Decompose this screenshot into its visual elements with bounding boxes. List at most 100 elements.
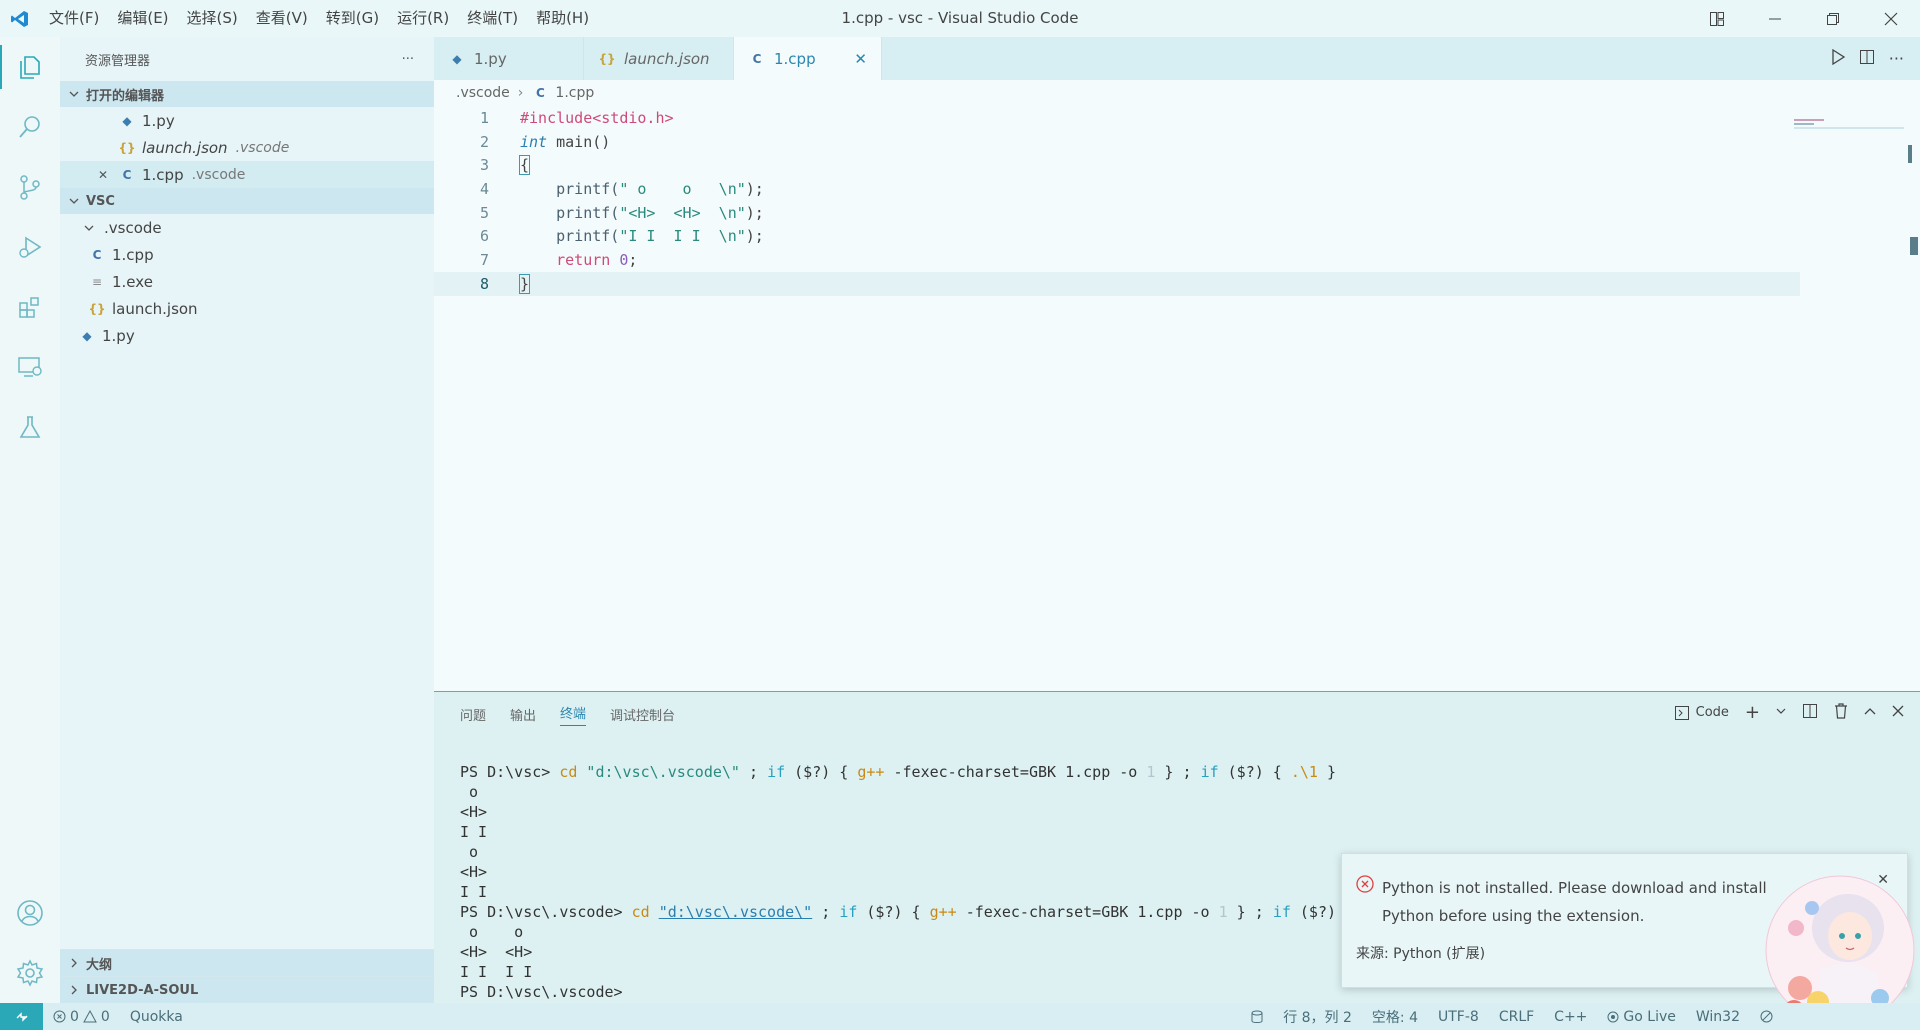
go-live-button[interactable]: Go Live bbox=[1597, 1009, 1685, 1025]
outline-header[interactable]: 大纲 bbox=[60, 949, 434, 976]
menu-bar: 文件(F) 编辑(E) 选择(S) 查看(V) 转到(G) 运行(R) 终端(T… bbox=[40, 0, 598, 37]
folder-item[interactable]: .vscode bbox=[60, 214, 434, 241]
notification-message: Python is not installed. Please download… bbox=[1382, 879, 1767, 925]
tab-problems[interactable]: 问题 bbox=[460, 705, 486, 724]
minimize-button[interactable] bbox=[1746, 0, 1804, 37]
close-icon[interactable]: ✕ bbox=[94, 168, 112, 182]
status-extras bbox=[1750, 1010, 1920, 1023]
run-code-icon[interactable] bbox=[1831, 48, 1845, 69]
terminal-output[interactable]: PS D:\vsc> cd "d:\vsc\.vscode\" ; if ($?… bbox=[460, 762, 1336, 1002]
file-item[interactable]: ◆ 1.py bbox=[60, 322, 434, 349]
menu-terminal[interactable]: 终端(T) bbox=[458, 0, 527, 37]
file-label: launch.json bbox=[112, 299, 198, 318]
source-control-icon[interactable] bbox=[0, 157, 60, 217]
menu-edit[interactable]: 编辑(E) bbox=[108, 0, 177, 37]
sidebar-title: 资源管理器 bbox=[85, 53, 151, 69]
breadcrumb: .vscode › C 1.cpp bbox=[434, 80, 1920, 106]
trash-icon[interactable] bbox=[1834, 702, 1848, 723]
open-editor-label: 1.cpp bbox=[142, 165, 184, 184]
encoding[interactable]: UTF-8 bbox=[1428, 1009, 1489, 1025]
close-tab-icon[interactable]: ✕ bbox=[854, 50, 867, 68]
menu-go[interactable]: 转到(G) bbox=[317, 0, 388, 37]
line-number: 5 bbox=[479, 203, 489, 222]
file-label: 1.cpp bbox=[112, 245, 154, 264]
database-icon[interactable] bbox=[1241, 1010, 1273, 1024]
breadcrumb-folder[interactable]: .vscode bbox=[456, 85, 510, 101]
maximize-panel-icon[interactable] bbox=[1864, 705, 1876, 720]
code-text: ); bbox=[745, 227, 764, 246]
file-label: 1.py bbox=[102, 326, 135, 345]
terminal-select[interactable]: Code bbox=[1674, 705, 1729, 721]
python-file-icon: ◆ bbox=[82, 328, 92, 343]
menu-view[interactable]: 查看(V) bbox=[247, 0, 317, 37]
run-debug-icon[interactable] bbox=[0, 217, 60, 277]
breadcrumb-file[interactable]: 1.cpp bbox=[555, 85, 594, 101]
cursor-position[interactable]: 行 8，列 2 bbox=[1273, 1007, 1362, 1027]
live2d-header[interactable]: LIVE2D-A-SOUL bbox=[60, 976, 434, 1003]
split-editor-icon[interactable] bbox=[1859, 49, 1875, 69]
tab-1-cpp[interactable]: C 1.cpp ✕ bbox=[734, 37, 882, 80]
tab-terminal[interactable]: 终端 bbox=[560, 703, 587, 726]
open-editor-item[interactable]: {} launch.json .vscode bbox=[60, 134, 434, 161]
open-editor-item-active[interactable]: ✕ C 1.cpp .vscode bbox=[60, 161, 434, 188]
python-file-icon: ◆ bbox=[122, 113, 132, 128]
tab-1-py[interactable]: ◆ 1.py bbox=[434, 37, 584, 80]
no-entry-icon[interactable] bbox=[1760, 1010, 1773, 1023]
line-number: 4 bbox=[479, 179, 489, 198]
open-editor-item[interactable]: ◆ 1.py bbox=[60, 107, 434, 134]
menu-help[interactable]: 帮助(H) bbox=[527, 0, 598, 37]
open-editor-dir: .vscode bbox=[191, 166, 246, 183]
file-item[interactable]: C 1.cpp bbox=[60, 241, 434, 268]
chevron-down-icon[interactable] bbox=[1776, 705, 1786, 720]
more-actions-icon[interactable]: ··· bbox=[1889, 49, 1904, 68]
tab-launch-json[interactable]: {} launch.json bbox=[584, 37, 734, 80]
broadcast-icon bbox=[1607, 1011, 1619, 1022]
layout-icon[interactable] bbox=[1688, 0, 1746, 37]
open-editors-header[interactable]: 打开的编辑器 bbox=[60, 81, 434, 107]
menu-selection[interactable]: 选择(S) bbox=[178, 0, 247, 37]
line-number: 8 bbox=[479, 274, 489, 293]
terminal-icon bbox=[1674, 705, 1689, 720]
code-string: " o o \n" bbox=[619, 179, 746, 198]
close-window-button[interactable] bbox=[1862, 0, 1920, 37]
menu-file[interactable]: 文件(F) bbox=[40, 0, 108, 37]
code-brace: { bbox=[518, 155, 531, 176]
search-icon[interactable] bbox=[0, 97, 60, 157]
account-icon[interactable] bbox=[0, 883, 60, 943]
explorer-icon[interactable] bbox=[0, 37, 60, 97]
tab-label: launch.json bbox=[624, 49, 710, 68]
close-panel-icon[interactable] bbox=[1892, 705, 1904, 721]
file-item[interactable]: ≡ 1.exe bbox=[60, 268, 434, 295]
more-actions-icon[interactable]: ··· bbox=[402, 52, 414, 67]
activity-bar bbox=[0, 37, 60, 1003]
menu-run[interactable]: 运行(R) bbox=[388, 0, 458, 37]
cursor-marker bbox=[1910, 237, 1918, 255]
remote-icon[interactable] bbox=[0, 1003, 43, 1030]
panel-actions: Code + bbox=[1674, 702, 1904, 723]
terminal-line: o o bbox=[460, 923, 524, 941]
terminal-line: I I bbox=[460, 883, 488, 901]
file-item[interactable]: {} launch.json bbox=[60, 295, 434, 322]
testing-icon[interactable] bbox=[0, 397, 60, 457]
indentation[interactable]: 空格: 4 bbox=[1362, 1007, 1428, 1027]
add-terminal-icon[interactable]: + bbox=[1745, 702, 1760, 723]
language-mode[interactable]: C++ bbox=[1544, 1009, 1597, 1025]
minimap[interactable] bbox=[1794, 117, 1904, 131]
end-of-line[interactable]: CRLF bbox=[1489, 1009, 1544, 1025]
editor-area: ◆ 1.py {} launch.json C 1.cpp ✕ ··· .vsc… bbox=[434, 37, 1920, 691]
error-icon bbox=[53, 1010, 66, 1023]
problems-status[interactable]: 0 0 bbox=[43, 1009, 120, 1025]
extensions-icon[interactable] bbox=[0, 277, 60, 337]
workspace-header[interactable]: VSC bbox=[60, 188, 434, 214]
quokka-status[interactable]: Quokka bbox=[120, 1009, 193, 1025]
code-editor[interactable]: 1 #include<stdio.h> 2 int main() 3 { 4 p… bbox=[434, 106, 1920, 296]
settings-gear-icon[interactable] bbox=[0, 943, 60, 1003]
remote-explorer-icon[interactable] bbox=[0, 337, 60, 397]
workspace-label: VSC bbox=[86, 193, 115, 209]
tab-output[interactable]: 输出 bbox=[510, 705, 536, 724]
split-terminal-icon[interactable] bbox=[1802, 703, 1818, 723]
platform[interactable]: Win32 bbox=[1686, 1009, 1750, 1025]
restore-button[interactable] bbox=[1804, 0, 1862, 37]
tab-debug-console[interactable]: 调试控制台 bbox=[610, 705, 675, 724]
open-editor-label: launch.json bbox=[142, 138, 228, 157]
